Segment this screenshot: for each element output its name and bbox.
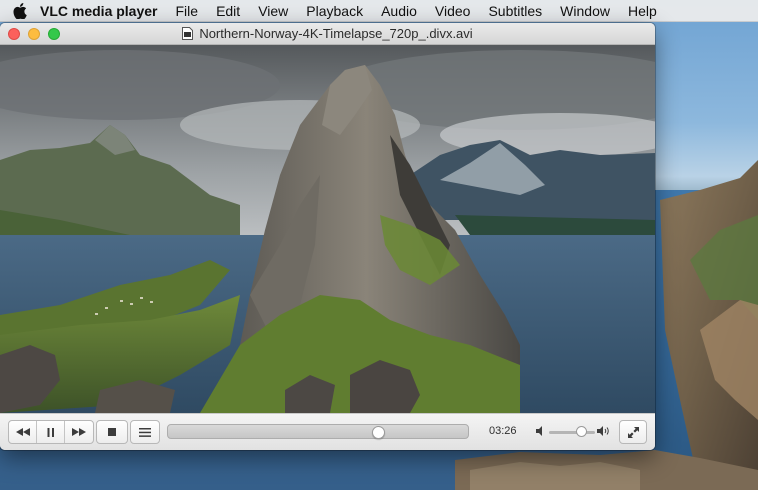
stop-button[interactable] [97, 421, 127, 443]
pause-icon [47, 427, 54, 437]
video-frame[interactable] [0, 45, 655, 413]
menu-edit[interactable]: Edit [216, 3, 240, 19]
menu-window[interactable]: Window [560, 3, 610, 19]
playlist-icon [139, 427, 151, 437]
speaker-low-icon[interactable] [536, 426, 545, 436]
menu-app-name[interactable]: VLC media player [40, 3, 158, 19]
menu-help[interactable]: Help [628, 3, 657, 19]
window-controls [8, 28, 60, 40]
control-bar: 03:26 [0, 413, 655, 450]
video-file-icon [182, 27, 194, 40]
fullscreen-button[interactable] [620, 421, 646, 443]
seek-knob[interactable] [372, 426, 385, 439]
stop-group [96, 420, 128, 444]
title-bar[interactable]: Northern-Norway-4K-Timelapse_720p_.divx.… [0, 23, 655, 45]
window-title: Northern-Norway-4K-Timelapse_720p_.divx.… [199, 26, 473, 41]
next-button[interactable] [65, 421, 93, 443]
menu-subtitles[interactable]: Subtitles [488, 3, 542, 19]
close-window-button[interactable] [8, 28, 20, 40]
seek-bar[interactable] [167, 424, 469, 439]
speaker-high-icon[interactable] [597, 426, 610, 436]
transport-group [8, 420, 94, 444]
menu-audio[interactable]: Audio [381, 3, 417, 19]
menu-video[interactable]: Video [435, 3, 471, 19]
apple-icon[interactable] [0, 0, 40, 22]
playlist-group [130, 420, 160, 444]
volume-knob[interactable] [576, 426, 588, 437]
stop-icon [108, 428, 116, 436]
window-title-group: Northern-Norway-4K-Timelapse_720p_.divx.… [182, 26, 473, 41]
previous-button[interactable] [9, 421, 37, 443]
play-pause-button[interactable] [37, 421, 65, 443]
menu-bar: VLC media player File Edit View Playback… [0, 0, 758, 22]
vlc-window: Northern-Norway-4K-Timelapse_720p_.divx.… [0, 23, 655, 450]
fullscreen-group [619, 420, 647, 444]
menu-playback[interactable]: Playback [306, 3, 363, 19]
zoom-window-button[interactable] [48, 28, 60, 40]
volume-slider[interactable] [549, 431, 595, 434]
time-display[interactable]: 03:26 [489, 425, 517, 437]
fast-forward-icon [72, 428, 86, 436]
rewind-icon [15, 428, 30, 436]
playlist-button[interactable] [131, 421, 159, 443]
menu-view[interactable]: View [258, 3, 288, 19]
menu-file[interactable]: File [176, 3, 199, 19]
fullscreen-icon [627, 426, 639, 438]
minimize-window-button[interactable] [28, 28, 40, 40]
